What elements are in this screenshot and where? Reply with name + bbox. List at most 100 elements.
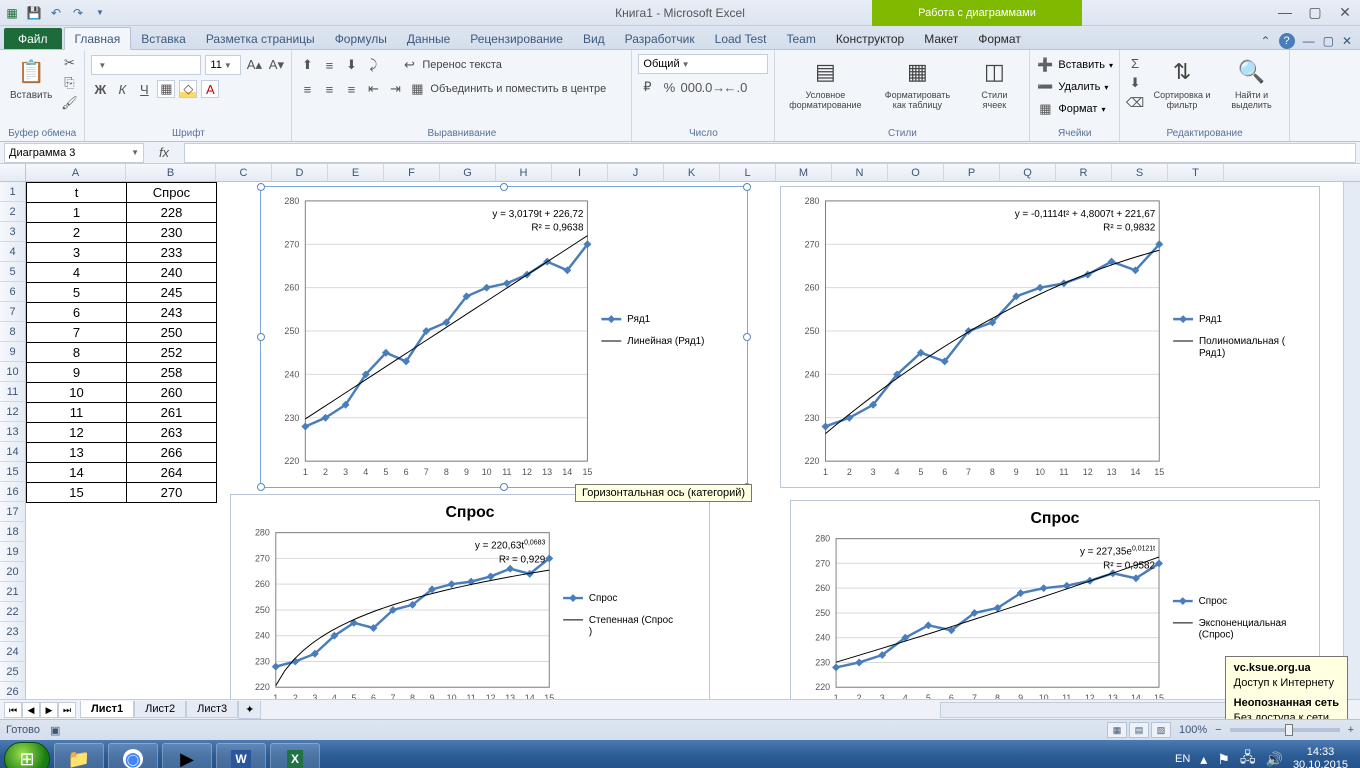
tray-volume-icon[interactable]: 🔊 xyxy=(1266,751,1283,768)
data-table[interactable]: tСпрос1228223032334240524562437250825292… xyxy=(26,182,217,503)
underline-button[interactable]: Ч xyxy=(135,80,153,98)
align-left-icon[interactable]: ≡ xyxy=(298,80,316,98)
increase-decimal-icon[interactable]: .0→ xyxy=(704,78,722,96)
table-header-cell[interactable]: Спрос xyxy=(127,183,217,203)
format-painter-icon[interactable]: 🖌 xyxy=(60,94,78,112)
format-cells-button[interactable]: Формат xyxy=(1058,103,1097,115)
sheet-tab-2[interactable]: Лист2 xyxy=(134,701,186,718)
align-top-icon[interactable]: ⬆ xyxy=(298,56,316,74)
zoom-out-button[interactable]: − xyxy=(1215,724,1221,736)
workbook-minimize-icon[interactable]: ― xyxy=(1303,34,1315,48)
table-cell[interactable]: 261 xyxy=(127,403,217,423)
tray-clock[interactable]: 14:33 30.10.2015 xyxy=(1293,746,1348,768)
worksheet-grid[interactable]: ABCDEFGHIJKLMNOPQRST 1234567891011121314… xyxy=(0,164,1360,719)
table-cell[interactable]: 4 xyxy=(27,263,127,283)
table-cell[interactable]: 270 xyxy=(127,483,217,503)
qat-dropdown-icon[interactable]: ▼ xyxy=(92,5,108,21)
chart-linear-trend[interactable]: 2202302402502602702801234567891011121314… xyxy=(260,186,748,488)
minimize-icon[interactable]: ― xyxy=(1274,4,1296,21)
row-header-5[interactable]: 5 xyxy=(0,262,26,282)
undo-icon[interactable]: ↶ xyxy=(48,5,64,21)
table-cell[interactable]: 240 xyxy=(127,263,217,283)
macro-record-icon[interactable]: ▣ xyxy=(50,724,60,737)
start-button[interactable]: ⊞ xyxy=(4,742,50,768)
currency-icon[interactable]: ₽ xyxy=(638,78,656,96)
tab-developer[interactable]: Разработчик xyxy=(615,28,705,49)
tab-page-layout[interactable]: Разметка страницы xyxy=(196,28,325,49)
table-header-cell[interactable]: t xyxy=(27,183,127,203)
row-header-12[interactable]: 12 xyxy=(0,402,26,422)
row-header-16[interactable]: 16 xyxy=(0,482,26,502)
table-cell[interactable]: 13 xyxy=(27,443,127,463)
sheet-tab-new[interactable]: ✦ xyxy=(238,701,261,719)
tab-insert[interactable]: Вставка xyxy=(131,28,196,49)
view-normal-icon[interactable]: ▦ xyxy=(1107,722,1127,738)
table-cell[interactable]: 10 xyxy=(27,383,127,403)
table-cell[interactable]: 14 xyxy=(27,463,127,483)
wrap-text-button[interactable]: Перенос текста xyxy=(422,59,502,71)
table-cell[interactable]: 250 xyxy=(127,323,217,343)
table-cell[interactable]: 12 xyxy=(27,423,127,443)
row-header-25[interactable]: 25 xyxy=(0,662,26,682)
table-cell[interactable]: 15 xyxy=(27,483,127,503)
tab-view[interactable]: Вид xyxy=(573,28,615,49)
vertical-scrollbar[interactable] xyxy=(1343,182,1360,699)
merge-center-button[interactable]: Объединить и поместить в центре xyxy=(430,83,606,95)
tab-team[interactable]: Team xyxy=(776,28,825,49)
help-icon[interactable]: ? xyxy=(1279,33,1295,49)
row-header-8[interactable]: 8 xyxy=(0,322,26,342)
row-header-13[interactable]: 13 xyxy=(0,422,26,442)
row-header-15[interactable]: 15 xyxy=(0,462,26,482)
column-header-O[interactable]: O xyxy=(888,164,944,181)
sheet-tab-1[interactable]: Лист1 xyxy=(80,701,134,718)
column-header-N[interactable]: N xyxy=(832,164,888,181)
decrease-indent-icon[interactable]: ⇤ xyxy=(364,80,382,98)
percent-icon[interactable]: % xyxy=(660,78,678,96)
workbook-close-icon[interactable]: ✕ xyxy=(1342,34,1352,48)
row-header-19[interactable]: 19 xyxy=(0,542,26,562)
row-header-11[interactable]: 11 xyxy=(0,382,26,402)
row-header-10[interactable]: 10 xyxy=(0,362,26,382)
row-header-14[interactable]: 14 xyxy=(0,442,26,462)
bold-button[interactable]: Ж xyxy=(91,80,109,98)
font-size-combo[interactable]: 11▼ xyxy=(205,55,241,75)
tab-loadtest[interactable]: Load Test xyxy=(705,28,777,49)
font-name-combo[interactable]: ▼ xyxy=(91,55,201,75)
column-header-H[interactable]: H xyxy=(496,164,552,181)
column-header-G[interactable]: G xyxy=(440,164,496,181)
tab-chart-design[interactable]: Конструктор xyxy=(826,28,914,49)
column-header-P[interactable]: P xyxy=(944,164,1000,181)
conditional-format-button[interactable]: ▤Условное форматирование xyxy=(781,54,869,112)
table-cell[interactable]: 243 xyxy=(127,303,217,323)
number-format-combo[interactable]: Общий▼ xyxy=(638,54,768,74)
table-cell[interactable]: 233 xyxy=(127,243,217,263)
taskbar-chrome[interactable]: ◉ xyxy=(108,743,158,768)
formula-input[interactable] xyxy=(184,143,1356,163)
column-header-M[interactable]: M xyxy=(776,164,832,181)
column-header-B[interactable]: B xyxy=(126,164,216,181)
tab-formulas[interactable]: Формулы xyxy=(325,28,397,49)
name-box[interactable]: Диаграмма 3▼ xyxy=(4,143,144,163)
taskbar-excel[interactable]: X xyxy=(270,743,320,768)
maximize-icon[interactable]: ▢ xyxy=(1304,4,1326,21)
table-cell[interactable]: 11 xyxy=(27,403,127,423)
grow-font-icon[interactable]: A▴ xyxy=(245,56,263,74)
column-header-L[interactable]: L xyxy=(720,164,776,181)
fill-color-button[interactable]: ◇ xyxy=(179,80,197,98)
row-header-1[interactable]: 1 xyxy=(0,182,26,202)
table-cell[interactable]: 263 xyxy=(127,423,217,443)
tab-home[interactable]: Главная xyxy=(64,27,132,50)
tab-chart-layout[interactable]: Макет xyxy=(914,28,968,49)
chart-polynomial-trend[interactable]: 2202302402502602702801234567891011121314… xyxy=(780,186,1320,488)
sheet-nav-first[interactable]: ⏮ xyxy=(4,702,22,718)
column-header-K[interactable]: K xyxy=(664,164,720,181)
align-middle-icon[interactable]: ≡ xyxy=(320,56,338,74)
cell-styles-button[interactable]: ◫Стили ячеек xyxy=(965,54,1023,112)
row-header-9[interactable]: 9 xyxy=(0,342,26,362)
align-right-icon[interactable]: ≡ xyxy=(342,80,360,98)
column-header-D[interactable]: D xyxy=(272,164,328,181)
column-header-S[interactable]: S xyxy=(1112,164,1168,181)
tab-data[interactable]: Данные xyxy=(397,28,460,49)
table-cell[interactable]: 252 xyxy=(127,343,217,363)
table-cell[interactable]: 3 xyxy=(27,243,127,263)
